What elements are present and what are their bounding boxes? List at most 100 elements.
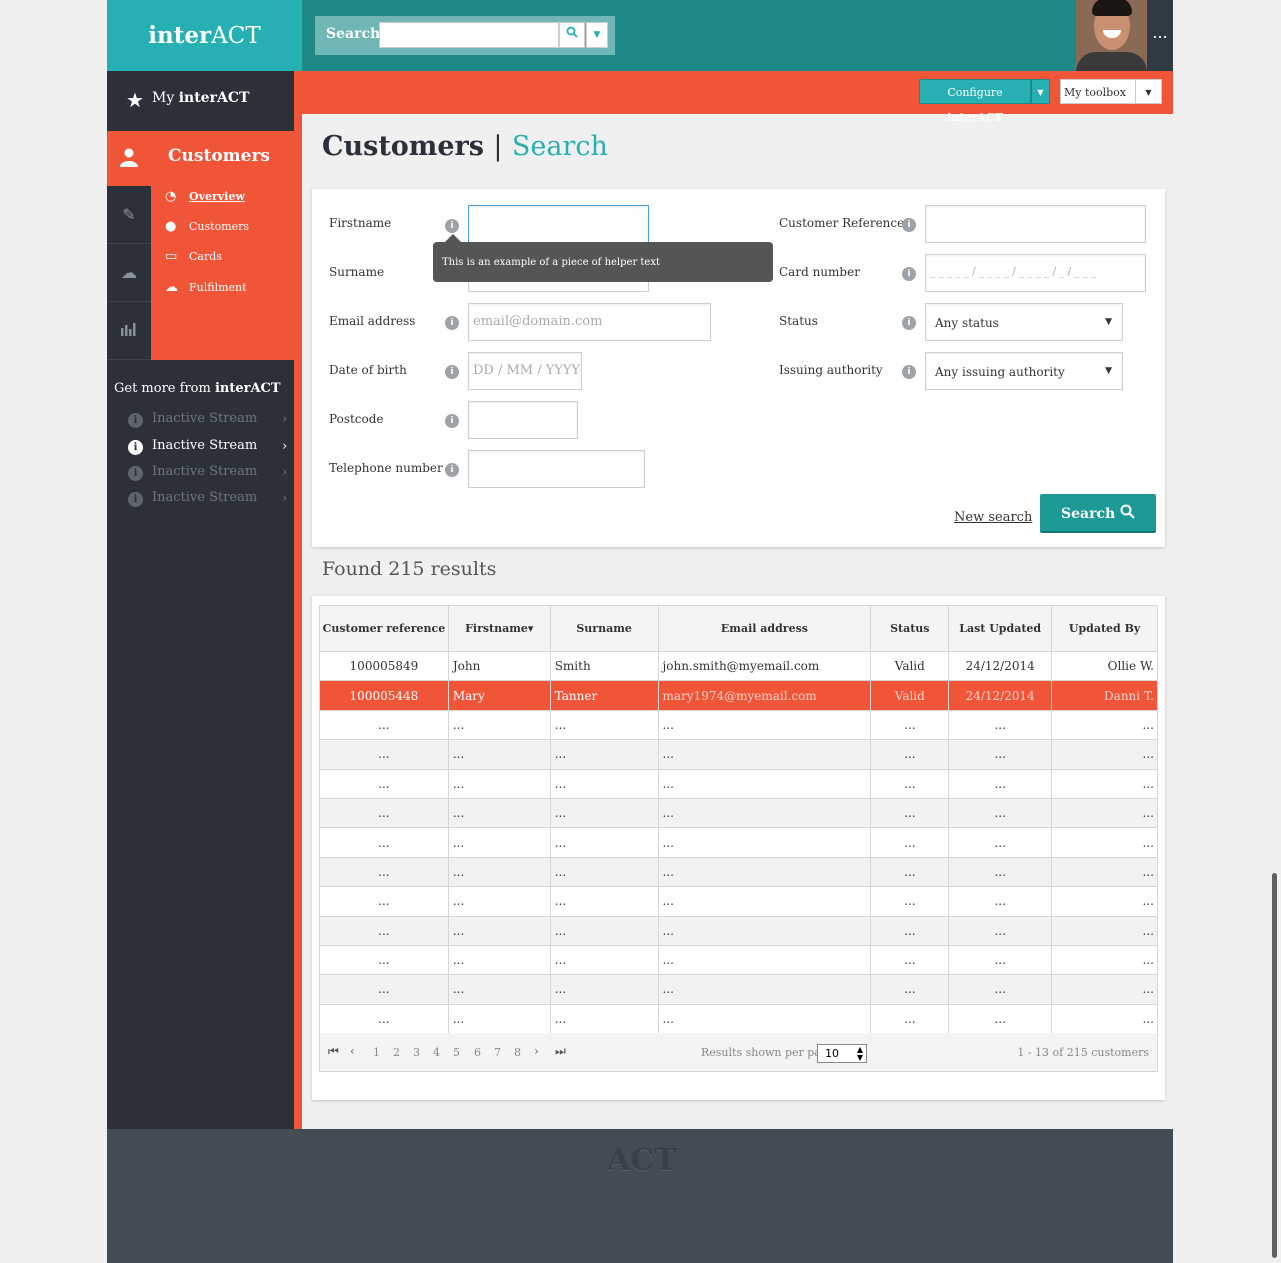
table-row[interactable]: 100005849 John Smith john.smith@myemail.com… (319, 650, 1158, 682)
table-row[interactable]: ..................... (319, 739, 1158, 770)
table-row[interactable]: ..................... (319, 944, 1158, 976)
issuing-select[interactable]: Any issuing authority ▼ (925, 352, 1123, 390)
table-cell: 24/12/2014 (948, 650, 1053, 682)
col-status[interactable]: Status (870, 605, 950, 652)
table-cell: ... (657, 974, 872, 1005)
sidebar-item-fulfilment[interactable]: ☁ Fulfilment (165, 277, 247, 297)
table-cell: ... (319, 886, 449, 917)
col-customer-reference[interactable]: Customer reference (319, 605, 449, 652)
ticket-icon[interactable]: ✎ (107, 186, 151, 244)
page-link[interactable]: 7 (494, 1046, 501, 1059)
star-icon: ★ (126, 88, 144, 112)
info-icon[interactable]: i (902, 267, 916, 281)
table-cell: ... (870, 797, 950, 829)
table-row[interactable]: ..................... (319, 974, 1158, 1005)
chevron-down-icon[interactable]: ▼ (1031, 79, 1050, 104)
avatar[interactable] (1076, 0, 1147, 71)
table-row[interactable]: ..................... (319, 827, 1158, 858)
info-icon[interactable]: i (445, 316, 459, 330)
table-row[interactable]: ..................... (319, 886, 1158, 917)
table-row[interactable]: ..................... (319, 856, 1158, 888)
table-row[interactable]: ..................... (319, 915, 1158, 946)
table-cell: ... (319, 797, 449, 829)
col-surname[interactable]: Surname (549, 605, 659, 652)
table-cell: ... (319, 1003, 449, 1035)
table-cell: ... (319, 915, 449, 946)
search-button[interactable]: Search (1040, 494, 1156, 533)
cardnum-field[interactable]: _ _ _ _ _ / _ _ _ _ / _ _ _ _ / _ / _ _ … (925, 254, 1146, 292)
page-link[interactable]: 2 (393, 1046, 400, 1059)
last-page-icon[interactable]: ⏭ (555, 1044, 566, 1059)
table-cell: ... (870, 856, 950, 888)
table-cell: ... (948, 915, 1053, 946)
page-link[interactable]: 3 (413, 1046, 420, 1059)
sidebar-item-my-interact[interactable]: ★ My interACT (107, 71, 294, 131)
global-search-input[interactable] (379, 22, 559, 48)
custref-field[interactable] (925, 205, 1146, 243)
table-cell: ... (948, 797, 1053, 829)
sidebar-stream-1[interactable]: i Inactive Stream › (128, 411, 294, 433)
info-icon[interactable]: i (902, 218, 916, 232)
surname-label: Surname (329, 265, 385, 279)
sidebar-section-customers[interactable]: Customers (107, 131, 294, 186)
info-icon[interactable]: i (445, 414, 459, 428)
table-cell: ... (319, 739, 449, 770)
page-link[interactable]: 4 (433, 1046, 440, 1059)
sidebar-stream-2[interactable]: i Inactive Stream › (128, 438, 294, 460)
per-page-select[interactable]: 10 ▲ ▼ (817, 1044, 867, 1063)
col-email[interactable]: Email address (657, 605, 872, 652)
sidebar-stream-3[interactable]: i Inactive Stream › (128, 464, 294, 486)
page-link[interactable]: 6 (474, 1046, 481, 1059)
table-cell: ... (319, 974, 449, 1005)
table-cell: John (447, 650, 551, 682)
first-page-icon[interactable]: ⏮ (328, 1044, 339, 1059)
info-icon[interactable]: i (445, 219, 459, 233)
info-icon[interactable]: i (902, 316, 916, 330)
table-row[interactable]: ..................... (319, 1003, 1158, 1035)
sidebar-item-overview[interactable]: ◔ Overview (165, 186, 245, 206)
my-toolbox-button[interactable]: My toolbox (1060, 79, 1140, 104)
sidebar-item-customers[interactable]: ● Customers (165, 216, 249, 236)
page-link[interactable]: 8 (514, 1046, 521, 1059)
next-page-icon[interactable]: › (534, 1044, 539, 1058)
table-cell: ... (319, 856, 449, 888)
table-row[interactable]: ..................... (319, 768, 1158, 799)
bar-chart-icon[interactable] (107, 302, 151, 360)
sidebar-stream-4[interactable]: i Inactive Stream › (128, 490, 294, 512)
info-icon[interactable]: i (445, 365, 459, 379)
info-icon[interactable]: i (902, 365, 916, 379)
table-row[interactable]: 100005448 Mary Tanner mary1974@myemail.com V… (319, 680, 1158, 711)
chevron-right-icon: › (282, 491, 288, 506)
new-search-link[interactable]: New search (954, 510, 1032, 525)
sidebar-item-cards[interactable]: ▭ Cards (165, 246, 222, 266)
page-link[interactable]: 1 (373, 1046, 380, 1059)
table-cell: ... (657, 768, 872, 799)
table-cell: ... (657, 797, 872, 829)
table-cell: ... (447, 797, 551, 829)
page-link[interactable]: 5 (453, 1046, 460, 1059)
info-icon[interactable]: i (445, 463, 459, 477)
prev-page-icon[interactable]: ‹ (350, 1044, 355, 1058)
table-row[interactable]: ..................... (319, 797, 1158, 829)
table-cell: ... (549, 974, 659, 1005)
scrollbar[interactable] (1272, 873, 1277, 1258)
firstname-field[interactable] (468, 205, 649, 243)
postcode-field[interactable] (468, 401, 578, 439)
cloud-icon[interactable]: ☁ (107, 244, 151, 302)
col-updated-by[interactable]: Updated By (1051, 605, 1158, 652)
configure-button[interactable]: Configure interACT (919, 79, 1031, 124)
chevron-down-icon[interactable]: ▼ (1135, 79, 1162, 104)
dob-field[interactable]: DD / MM / YYYY (468, 352, 582, 390)
brand-logo[interactable]: inter ACT (107, 0, 302, 71)
col-last-updated[interactable]: Last Updated (948, 605, 1053, 652)
status-select[interactable]: Any status ▼ (925, 303, 1123, 341)
chevron-down-icon[interactable]: ▼ (586, 22, 608, 48)
more-icon[interactable]: ... (1147, 0, 1173, 71)
table-row[interactable]: ..................... (319, 709, 1158, 741)
search-icon[interactable] (559, 22, 585, 48)
telephone-field[interactable] (468, 450, 645, 488)
col-firstname[interactable]: Firstname▾ (447, 605, 551, 652)
email-field[interactable]: email@domain.com (468, 303, 711, 341)
user-icon: ● (165, 218, 177, 234)
table-cell: ... (870, 768, 950, 799)
